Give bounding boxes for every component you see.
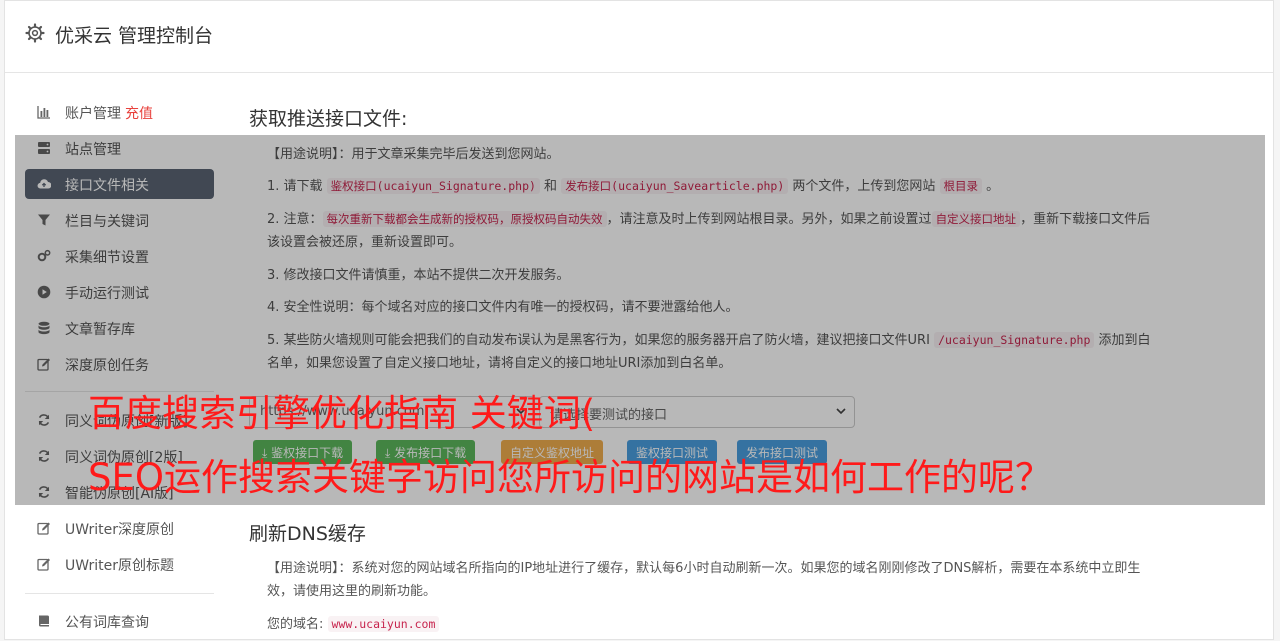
sidebar-item-label: 账户管理	[65, 106, 121, 122]
section-title-dns: 刷新DNS缓存	[249, 523, 366, 545]
domain-label: 您的域名:	[267, 617, 324, 632]
sidebar-item-label: UWriter深度原创	[65, 522, 174, 538]
book-icon	[39, 615, 49, 627]
sidebar-divider	[25, 593, 214, 594]
sidebar-item-uwriter-deep[interactable]: UWriter深度原创	[25, 513, 214, 543]
sidebar-item-label: 公有词库查询	[65, 615, 149, 631]
sidebar-item-account[interactable]: 账户管理 充值	[25, 97, 214, 127]
edit-icon	[37, 558, 50, 571]
overlay-headline-line2: SEO运作搜索关键字访问您所访问的网站是如何工作的呢？	[88, 456, 1052, 499]
domain-row: 您的域名: www.ucaiyun.com	[267, 613, 1157, 636]
gear-icon	[25, 23, 45, 43]
console-title: 优采云 管理控制台	[55, 25, 214, 47]
sidebar-item-public-lexicon[interactable]: 公有词库查询	[25, 606, 214, 636]
overlay-headline-line1: 百度搜索引擎优化指南 关键词(	[88, 392, 596, 435]
domain-value: www.ucaiyun.com	[327, 616, 440, 632]
sidebar-item-uwriter-title[interactable]: UWriter原创标题	[25, 549, 214, 579]
section-title-interface-files: 获取推送接口文件:	[249, 108, 408, 130]
edit-icon	[37, 522, 50, 535]
dim-overlay	[15, 135, 1265, 505]
recharge-link[interactable]: 充值	[125, 106, 153, 122]
bar-chart-icon	[37, 106, 50, 119]
dns-usage-note: 【用途说明】：系统对您的网站域名所指向的IP地址进行了缓存，默认每6小时自动刷新…	[267, 561, 1141, 599]
sidebar-item-label: UWriter原创标题	[65, 558, 174, 574]
